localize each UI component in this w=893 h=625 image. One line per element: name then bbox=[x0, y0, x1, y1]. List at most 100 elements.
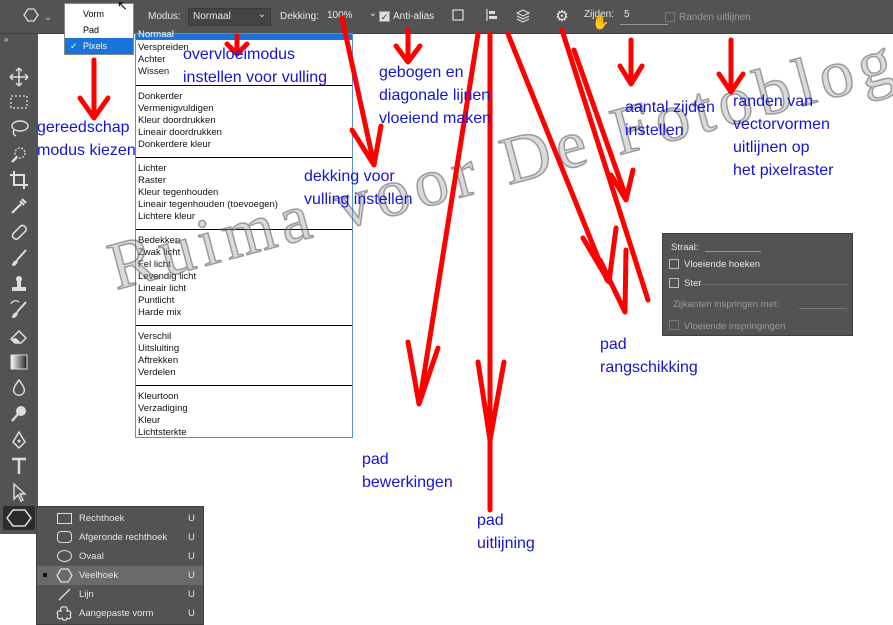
shape-tool-ellipse[interactable]: Ovaal U bbox=[37, 547, 203, 566]
blend-mode-item[interactable]: Wissen bbox=[138, 66, 169, 78]
annotation-path-operations: pad bewerkingen bbox=[362, 451, 453, 491]
antialias-checkbox[interactable]: ✓ bbox=[379, 11, 390, 22]
shape-tool-rounded-rectangle[interactable]: Afgeronde rechthoek U bbox=[37, 528, 203, 547]
star-checkbox[interactable] bbox=[669, 278, 679, 288]
quick-selection-tool-icon[interactable] bbox=[8, 143, 30, 165]
annotation-tool-mode: gereedschap modus kiezen bbox=[37, 119, 136, 159]
pen-tool-icon[interactable] bbox=[8, 429, 30, 451]
blend-mode-item[interactable]: Verschil bbox=[138, 331, 171, 343]
sides-value: 5 bbox=[624, 9, 630, 20]
mouse-cursor-icon: ↖ bbox=[117, 0, 128, 13]
chevron-down-icon: ⌄ bbox=[257, 9, 266, 20]
sides-input[interactable]: 5 bbox=[620, 7, 668, 25]
radius-input[interactable] bbox=[705, 251, 761, 252]
blur-tool-icon[interactable] bbox=[8, 377, 30, 399]
blend-mode-item[interactable]: Kleurtoon bbox=[138, 391, 179, 403]
blend-mode-item[interactable]: Lichtsterkte bbox=[138, 427, 187, 439]
radius-label: Straal: bbox=[671, 242, 699, 253]
custom-shape-icon bbox=[56, 606, 72, 621]
path-arrangement-icon[interactable] bbox=[514, 8, 532, 29]
tool-mode-option-pixels[interactable]: ✓ Pixels bbox=[65, 38, 133, 54]
blend-mode-item[interactable]: Uitsluiting bbox=[138, 343, 179, 355]
rounded-rectangle-icon bbox=[57, 531, 72, 543]
smooth-indents-checkbox[interactable] bbox=[669, 320, 679, 330]
annotation-path-alignment: pad uitlijning bbox=[477, 512, 535, 552]
indent-sides-label: Zijkanten inspringen met: bbox=[673, 299, 780, 310]
polygon-icon bbox=[56, 568, 73, 583]
star-label: Ster bbox=[684, 278, 702, 289]
blend-mode-item[interactable]: Donkerdere kleur bbox=[138, 139, 211, 151]
type-tool-icon[interactable] bbox=[8, 455, 30, 477]
panel-divider bbox=[700, 284, 848, 285]
shape-tool-line[interactable]: Lijn U bbox=[37, 585, 203, 604]
shape-tool-custom-shape[interactable]: Aangepaste vorm U bbox=[37, 604, 203, 623]
active-marker-icon bbox=[43, 573, 47, 577]
blend-mode-item[interactable]: Aftrekken bbox=[138, 355, 178, 367]
blend-mode-item[interactable]: Kleur doordrukken bbox=[138, 115, 216, 127]
gradient-tool-icon[interactable] bbox=[8, 351, 30, 373]
blend-mode-item[interactable]: Kleur tegenhouden bbox=[138, 187, 218, 199]
annotation-path-arrangement: pad rangschikking bbox=[600, 336, 698, 376]
move-tool-icon[interactable] bbox=[8, 66, 30, 88]
blend-mode-item[interactable]: Lineair doordrukken bbox=[138, 127, 222, 139]
rectangle-icon bbox=[57, 513, 72, 524]
shape-tool-rectangle[interactable]: Rechthoek U bbox=[37, 509, 203, 528]
history-brush-tool-icon[interactable] bbox=[8, 299, 30, 321]
eyedropper-tool-icon[interactable] bbox=[8, 195, 30, 217]
annotation-align-edges: randen van vectorvormen uitlijnen op het… bbox=[733, 93, 834, 179]
annotation-opacity: dekking voor vulling instellen bbox=[304, 168, 413, 208]
annotation-blend-mode: overvloeimodus instellen voor vulling bbox=[183, 46, 328, 86]
mode-select[interactable]: Normaal ⌄ bbox=[188, 8, 271, 26]
path-selection-tool-icon[interactable] bbox=[8, 481, 30, 503]
gear-icon[interactable]: ⚙ bbox=[553, 8, 571, 26]
hand-cursor-icon: ✋ bbox=[592, 14, 610, 30]
opacity-input[interactable]: 100% ⌄ bbox=[323, 8, 377, 26]
chevron-down-icon: ⌄ bbox=[368, 8, 377, 19]
polygon-tool-preset-icon[interactable] bbox=[22, 7, 40, 28]
annotation-antialias: gebogen en diagonale lijnen vloeiend mak… bbox=[379, 64, 492, 127]
blend-mode-item[interactable]: Kleur bbox=[138, 415, 160, 427]
dodge-tool-icon[interactable] bbox=[8, 403, 30, 425]
blend-mode-item[interactable]: Verzadiging bbox=[138, 403, 188, 415]
blend-mode-item[interactable]: Harde mix bbox=[138, 307, 181, 319]
blend-mode-item[interactable]: Normaal bbox=[138, 29, 174, 41]
mode-label: Modus: bbox=[148, 11, 181, 22]
blend-mode-item[interactable]: Achter bbox=[138, 54, 165, 66]
shape-tools-flyout: Rechthoek U Afgeronde rechthoek U Ovaal … bbox=[36, 506, 204, 625]
tool-mode-option-path[interactable]: Pad bbox=[65, 22, 133, 38]
chevron-down-icon[interactable]: ⌄ bbox=[42, 8, 54, 26]
clone-stamp-tool-icon[interactable] bbox=[8, 273, 30, 295]
marquee-tool-icon[interactable] bbox=[8, 91, 30, 113]
align-edges-label: Randen uitlijnen bbox=[679, 12, 751, 23]
align-edges-checkbox[interactable] bbox=[665, 12, 675, 22]
tool-mode-dropdown[interactable]: Vorm Pad ✓ Pixels ↖ bbox=[64, 0, 134, 55]
shape-tool-polygon[interactable]: Veelhoek U bbox=[37, 566, 203, 585]
smooth-corners-checkbox[interactable] bbox=[669, 259, 679, 269]
menu-divider bbox=[136, 157, 352, 158]
indent-sides-input[interactable] bbox=[799, 308, 847, 309]
blend-mode-item[interactable]: Donkerder bbox=[138, 91, 182, 103]
blend-mode-item[interactable]: Verdelen bbox=[138, 367, 176, 379]
ellipse-icon bbox=[57, 550, 72, 562]
blend-mode-item[interactable]: Raster bbox=[138, 175, 166, 187]
line-icon bbox=[58, 588, 71, 601]
path-alignment-icon[interactable] bbox=[484, 8, 500, 27]
brush-tool-icon[interactable] bbox=[8, 247, 30, 269]
mode-select-value: Normaal bbox=[193, 11, 231, 22]
healing-brush-tool-icon[interactable] bbox=[8, 221, 30, 243]
polygon-tool-icon[interactable] bbox=[3, 506, 35, 530]
menu-divider bbox=[136, 325, 352, 326]
lasso-tool-icon[interactable] bbox=[8, 117, 30, 139]
checkmark-icon: ✓ bbox=[70, 41, 78, 51]
tools-panel: » bbox=[0, 34, 38, 534]
collapse-icon[interactable]: » bbox=[4, 35, 8, 44]
eraser-tool-icon[interactable] bbox=[8, 325, 30, 347]
blend-mode-item[interactable]: Lichter bbox=[138, 163, 167, 175]
blend-mode-item[interactable]: Verspreiden bbox=[138, 42, 189, 54]
path-operations-icon[interactable] bbox=[450, 8, 466, 27]
polygon-options-panel: Straal: Vloeiende hoeken Ster Zijkanten … bbox=[662, 233, 853, 336]
opacity-value: 100% bbox=[327, 10, 353, 21]
opacity-label: Dekking: bbox=[280, 11, 319, 22]
crop-tool-icon[interactable] bbox=[8, 169, 30, 191]
blend-mode-item[interactable]: Vermenigvuldigen bbox=[138, 103, 214, 115]
